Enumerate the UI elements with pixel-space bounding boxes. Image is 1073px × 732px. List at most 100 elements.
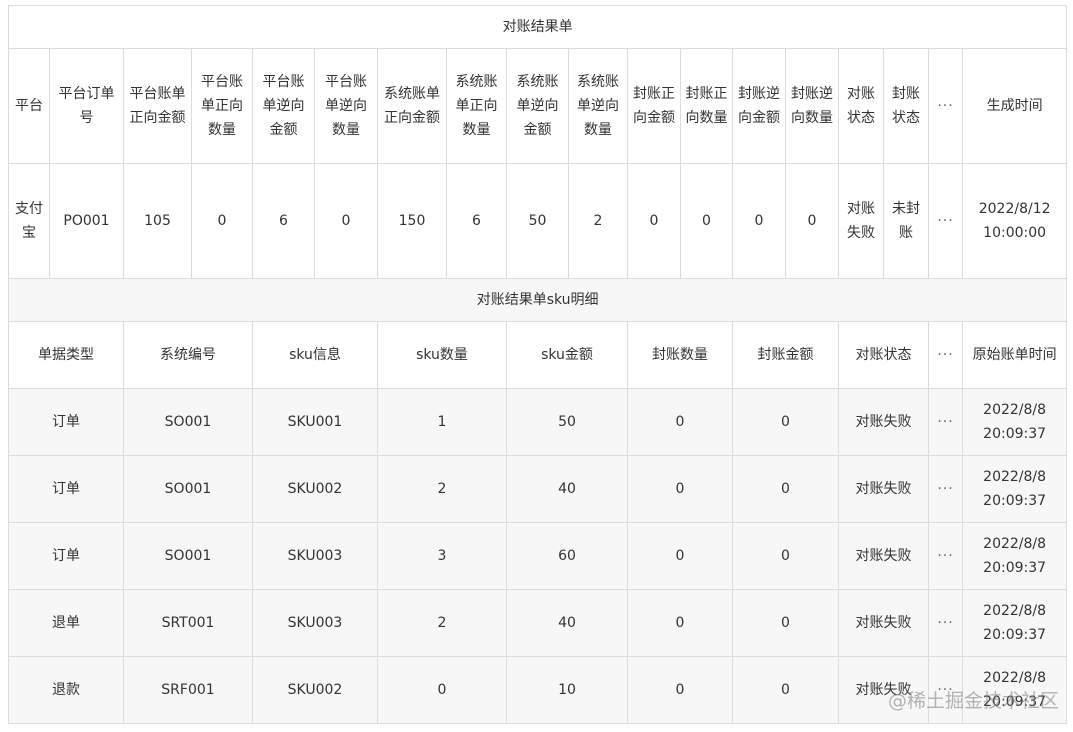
table-row: 退款 SRF001 SKU002 0 10 0 0 对账失败 ··· 2022/…: [8, 656, 1068, 724]
data-cell: 2022/8/8 20:09:37: [961, 656, 1068, 724]
data-cell: 订单: [8, 455, 124, 523]
header-cell: 封账正向金额: [627, 48, 681, 164]
data-cell: 0: [191, 163, 253, 279]
data-cell: 0: [732, 455, 839, 523]
header-cell: 封账状态: [883, 48, 929, 164]
data-cell: 2022/8/8 20:09:37: [961, 455, 1068, 523]
header-cell: 系统账单正向金额: [377, 48, 447, 164]
data-cell: 0: [627, 522, 733, 590]
header-cell: 封账金额: [732, 321, 839, 389]
data-cell: 50: [506, 388, 628, 456]
detail-header-row: 单据类型 系统编号 sku信息 sku数量 sku金额 封账数量 封账金额 对账…: [8, 321, 1068, 389]
header-cell: sku数量: [377, 321, 507, 389]
data-cell: 退款: [8, 656, 124, 724]
summary-header-row: 平台 平台订单号 平台账单正向金额 平台账单正向数量 平台账单逆向金额 平台账单…: [8, 48, 1068, 164]
data-cell: 0: [732, 656, 839, 724]
data-cell: 40: [506, 589, 628, 657]
data-cell: 订单: [8, 522, 124, 590]
header-cell: 单据类型: [8, 321, 124, 389]
data-cell: 对账失败: [838, 455, 929, 523]
data-cell: SO001: [123, 522, 253, 590]
detail-title-row: 对账结果单sku明细: [7, 278, 1068, 322]
reconciliation-table: 对账结果单 平台 平台订单号 平台账单正向金额 平台账单正向数量 平台账单逆向金…: [7, 5, 1068, 724]
header-cell: 系统编号: [123, 321, 253, 389]
data-cell: 0: [732, 388, 839, 456]
data-cell: SKU003: [252, 522, 378, 590]
header-cell: 封账逆向数量: [785, 48, 839, 164]
data-cell: 50: [506, 163, 569, 279]
detail-title: 对账结果单sku明细: [7, 278, 1068, 322]
title-row: 对账结果单: [7, 5, 1068, 49]
data-cell: 对账失败: [838, 388, 929, 456]
data-cell: 2: [377, 455, 507, 523]
header-cell: 系统账单正向数量: [446, 48, 507, 164]
data-cell: 0: [314, 163, 378, 279]
data-cell: 0: [627, 589, 733, 657]
data-cell: 2: [377, 589, 507, 657]
data-cell: 10: [506, 656, 628, 724]
ellipsis-cell: ···: [928, 48, 963, 164]
header-cell: 对账状态: [838, 48, 884, 164]
data-cell: 对账失败: [838, 656, 929, 724]
data-cell: PO001: [49, 163, 124, 279]
data-cell: 2022/8/8 20:09:37: [961, 589, 1068, 657]
data-cell: 0: [627, 388, 733, 456]
table-row: 订单 SO001 SKU001 1 50 0 0 对账失败 ··· 2022/8…: [8, 388, 1068, 456]
data-cell: 150: [377, 163, 447, 279]
header-cell: 平台订单号: [49, 48, 124, 164]
data-cell: 退单: [8, 589, 124, 657]
data-cell: SRF001: [123, 656, 253, 724]
summary-data-row: 支付宝 PO001 105 0 6 0 150 6 50 2 0 0 0 0 对…: [8, 163, 1068, 279]
data-cell: 3: [377, 522, 507, 590]
header-cell: 平台账单逆向金额: [252, 48, 315, 164]
data-cell: 0: [732, 589, 839, 657]
header-cell: 系统账单逆向数量: [568, 48, 628, 164]
ellipsis-cell: ···: [928, 656, 963, 724]
data-cell: 支付宝: [8, 163, 50, 279]
data-cell: 60: [506, 522, 628, 590]
table-row: 订单 SO001 SKU003 3 60 0 0 对账失败 ··· 2022/8…: [8, 522, 1068, 590]
data-cell: 0: [627, 163, 681, 279]
data-cell: 6: [446, 163, 507, 279]
header-cell: 平台账单正向金额: [123, 48, 192, 164]
header-cell: 系统账单逆向金额: [506, 48, 569, 164]
header-cell: 生成时间: [961, 48, 1068, 164]
data-cell: SO001: [123, 455, 253, 523]
data-cell: 0: [627, 455, 733, 523]
data-cell: SO001: [123, 388, 253, 456]
data-cell: 对账失败: [838, 589, 929, 657]
data-cell: 0: [627, 656, 733, 724]
header-cell: 平台账单正向数量: [191, 48, 253, 164]
header-cell: sku信息: [252, 321, 378, 389]
data-cell: 对账失败: [838, 522, 929, 590]
header-cell: 封账正向数量: [680, 48, 733, 164]
data-cell: 2022/8/8 20:09:37: [961, 388, 1068, 456]
data-cell: 105: [123, 163, 192, 279]
data-cell: 0: [377, 656, 507, 724]
header-cell: 封账逆向金额: [732, 48, 786, 164]
data-cell: SKU003: [252, 589, 378, 657]
table-title: 对账结果单: [7, 5, 1068, 49]
data-cell: 40: [506, 455, 628, 523]
data-cell: 对账失败: [838, 163, 884, 279]
ellipsis-cell: ···: [928, 589, 963, 657]
data-cell: 0: [732, 522, 839, 590]
header-cell: 对账状态: [838, 321, 929, 389]
ellipsis-cell: ···: [928, 163, 963, 279]
header-cell: 原始账单时间: [961, 321, 1068, 389]
header-cell: sku金额: [506, 321, 628, 389]
data-cell: SKU002: [252, 656, 378, 724]
data-cell: 0: [732, 163, 786, 279]
header-cell: 封账数量: [627, 321, 733, 389]
data-cell: 2022/8/8 20:09:37: [961, 522, 1068, 590]
header-cell: 平台: [8, 48, 50, 164]
header-cell: 平台账单逆向数量: [314, 48, 378, 164]
table-row: 退单 SRT001 SKU003 2 40 0 0 对账失败 ··· 2022/…: [8, 589, 1068, 657]
ellipsis-cell: ···: [928, 388, 963, 456]
data-cell: 0: [785, 163, 839, 279]
data-cell: SKU002: [252, 455, 378, 523]
data-cell: SRT001: [123, 589, 253, 657]
data-cell: 订单: [8, 388, 124, 456]
data-cell: 2: [568, 163, 628, 279]
ellipsis-cell: ···: [928, 522, 963, 590]
